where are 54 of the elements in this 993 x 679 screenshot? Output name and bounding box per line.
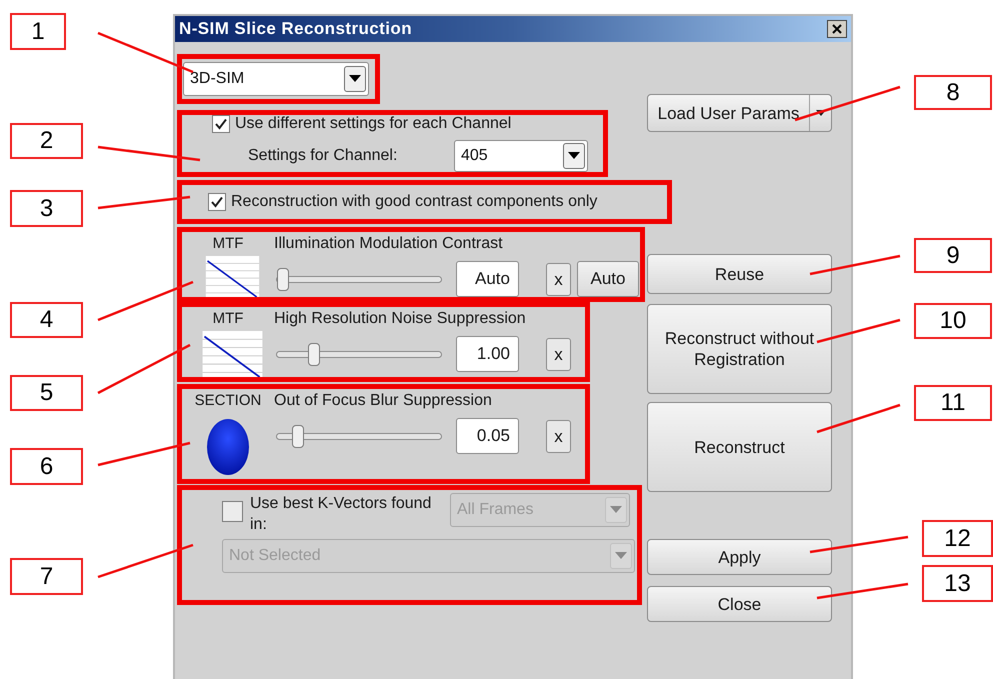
caret-icon xyxy=(816,110,826,116)
reset-button[interactable]: x xyxy=(546,262,571,296)
caret-icon xyxy=(615,552,627,560)
slider-thumb[interactable] xyxy=(308,342,320,366)
graph-caption: MTF xyxy=(212,310,244,328)
dropdown[interactable]: 3D-SIM xyxy=(183,62,369,96)
parameter-title: Illumination Modulation Contrast xyxy=(274,235,504,253)
checkbox[interactable] xyxy=(212,115,230,133)
callout-number: 9 xyxy=(914,238,992,273)
graph-caption: SECTION xyxy=(194,392,262,410)
callout-number: 2 xyxy=(10,123,83,159)
graph-caption: MTF xyxy=(212,235,244,253)
callout-number: 7 xyxy=(10,558,83,595)
checkbox-label[interactable]: Use different settings for each Channel xyxy=(235,112,512,136)
value-field[interactable]: 0.05 xyxy=(456,418,519,454)
callout-number: 13 xyxy=(922,565,993,602)
callout-number: 12 xyxy=(922,520,993,557)
callout-number: 4 xyxy=(10,302,83,338)
reset-button[interactable]: x xyxy=(546,338,571,370)
caret-icon xyxy=(349,75,361,83)
parameter-title: High Resolution Noise Suppression xyxy=(274,310,527,328)
field-label: Settings for Channel: xyxy=(248,146,398,166)
caret-icon xyxy=(610,506,622,514)
checkmark-icon xyxy=(215,118,227,130)
reset-button[interactable]: x xyxy=(546,420,571,452)
callout-number: 5 xyxy=(10,375,83,411)
value-field[interactable]: 1.00 xyxy=(456,336,519,372)
callout-number: 10 xyxy=(914,303,992,339)
callout-number: 3 xyxy=(10,190,83,227)
checkmark-icon xyxy=(211,196,223,208)
callout-number: 11 xyxy=(914,385,992,421)
close-button[interactable] xyxy=(827,20,847,38)
callout-number: 8 xyxy=(914,75,992,110)
checkbox[interactable] xyxy=(208,193,226,211)
slider-thumb[interactable] xyxy=(292,424,304,448)
callout-number: 6 xyxy=(10,448,83,485)
window-title: N-SIM Slice Reconstruction xyxy=(179,18,412,40)
mtf-graph-icon xyxy=(200,331,264,377)
callout-number: 1 xyxy=(10,13,66,50)
value-field[interactable]: Auto xyxy=(456,261,519,297)
load-params-button[interactable]: Load User Params xyxy=(647,94,832,132)
caret-icon xyxy=(568,152,580,160)
checkbox-label[interactable]: Reconstruction with good contrast components only xyxy=(231,190,598,214)
apply-button[interactable]: Apply xyxy=(647,539,832,575)
close-button[interactable]: Close xyxy=(647,586,832,622)
auto-button[interactable]: Auto xyxy=(577,261,639,297)
ellipse-icon xyxy=(206,418,250,476)
parameter-title: Out of Focus Blur Suppression xyxy=(274,392,493,410)
reconstruct-button[interactable]: Reconstruct xyxy=(647,402,832,492)
close-icon xyxy=(832,24,842,34)
slider-thumb[interactable] xyxy=(277,268,289,290)
dropdown[interactable]: 405 xyxy=(454,140,588,172)
reuse-button[interactable]: Reuse xyxy=(647,254,832,294)
reconstruct-without-registration-button[interactable]: Reconstruct without Registration xyxy=(647,304,832,394)
